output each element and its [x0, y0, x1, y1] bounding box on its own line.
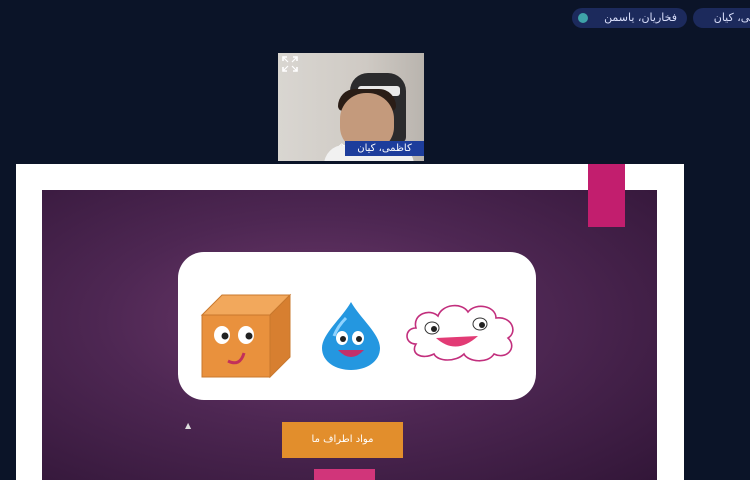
cloud-character-icon: [406, 304, 514, 362]
status-dot-icon: [578, 13, 588, 23]
top-bar: فخاریان، یاسمن بی، کیان: [0, 0, 750, 30]
slide-pink-tab: [588, 164, 625, 227]
expand-icon[interactable]: [282, 56, 298, 72]
participant-chip-label: فخاریان، یاسمن: [604, 11, 677, 24]
participant-chip-label: بی، کیان: [713, 11, 750, 24]
participant-name-label: کاظمی، کیان: [345, 141, 424, 156]
water-drop-character-icon: [322, 302, 380, 370]
mouse-cursor-icon: ▲: [185, 421, 192, 430]
participant-chip-yasaman[interactable]: فخاریان، یاسمن: [572, 8, 687, 28]
cube-character-icon: [200, 293, 292, 379]
materials-around-us-button[interactable]: مواد اطراف ما: [282, 422, 403, 458]
expand-icon-graphic: [282, 56, 298, 72]
participant-chip-kian[interactable]: بی، کیان: [693, 8, 750, 28]
slide-pink-button[interactable]: [314, 469, 375, 480]
